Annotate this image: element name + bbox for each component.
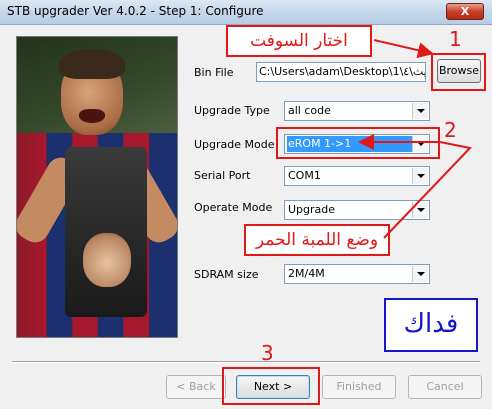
photo-mouth <box>79 109 105 123</box>
annotation-step3-number: 3 <box>261 341 274 365</box>
bin-file-input[interactable]: C:\Users\adam\Desktop\حديث\٤\1 <box>256 62 426 82</box>
chevron-down-icon[interactable] <box>412 103 428 119</box>
operate-mode-select[interactable]: Upgrade <box>284 200 430 220</box>
player-photo <box>16 36 178 338</box>
sdram-size-select[interactable]: 2M/4M <box>284 264 430 284</box>
finished-button[interactable]: Finished <box>322 375 396 399</box>
arrow-to-browse <box>373 39 434 59</box>
bin-file-label: Bin File <box>194 66 234 79</box>
annotation-browse-highlight <box>431 53 486 91</box>
sdram-size-value: 2M/4M <box>288 267 325 280</box>
serial-port-label: Serial Port <box>194 169 251 182</box>
annotation-step2-number: 2 <box>444 118 457 142</box>
photo-hair <box>59 49 125 79</box>
annotation-step1-text: اختار السوفت <box>226 25 372 57</box>
upgrade-type-label: Upgrade Type <box>194 104 270 117</box>
back-button[interactable]: < Back <box>166 375 226 399</box>
operate-mode-label: Operate Mode <box>194 201 273 214</box>
operate-mode-value: Upgrade <box>288 203 336 216</box>
photo-child-face <box>83 233 131 287</box>
close-button[interactable]: X <box>446 3 484 20</box>
window-title: STB upgrader Ver 4.0.2 - Step 1: Configu… <box>7 4 264 18</box>
cancel-button[interactable]: Cancel <box>408 375 482 399</box>
upgrade-type-select[interactable]: all code <box>284 101 430 121</box>
serial-port-value: COM1 <box>288 169 321 182</box>
title-bar: STB upgrader Ver 4.0.2 - Step 1: Configu… <box>0 0 492 25</box>
footer-divider <box>12 361 480 363</box>
serial-port-select[interactable]: COM1 <box>284 166 430 186</box>
annotation-upgrade-mode-highlight <box>276 127 440 159</box>
upgrade-mode-label: Upgrade Mode <box>194 138 275 151</box>
chevron-down-icon[interactable] <box>412 168 428 184</box>
annotation-signature: فداك <box>384 298 478 352</box>
sdram-size-label: SDRAM size <box>194 268 259 281</box>
photo-tee <box>65 147 147 317</box>
annotation-step2-text: وضع اللمبة الحمر <box>244 224 390 256</box>
annotation-next-highlight <box>222 367 320 405</box>
annotation-step1-number: 1 <box>449 27 462 51</box>
chevron-down-icon[interactable] <box>412 202 428 218</box>
upgrade-type-value: all code <box>288 104 331 117</box>
chevron-down-icon[interactable] <box>412 266 428 282</box>
stb-upgrader-window: STB upgrader Ver 4.0.2 - Step 1: Configu… <box>0 0 492 409</box>
